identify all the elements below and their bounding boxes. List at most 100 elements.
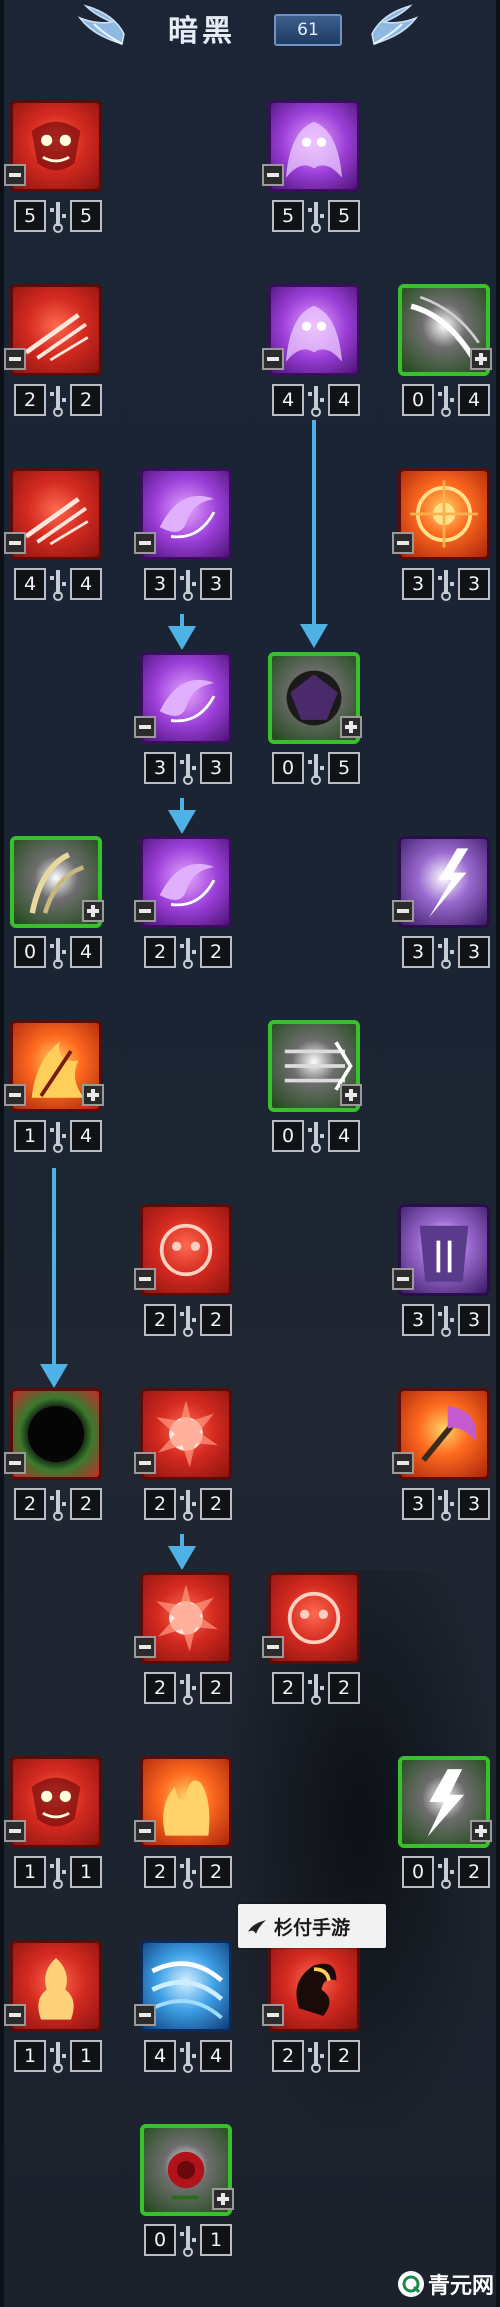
skill-max-points: 2 [328,1672,360,1704]
key-connector-icon [435,1304,457,1338]
skill-current-points: 2 [144,936,176,968]
skill-current-points: 1 [14,1120,46,1152]
skill-node-r3c1[interactable]: 44 [4,468,106,608]
skill-node-r11c3[interactable]: 22 [262,1940,364,2080]
minus-button[interactable] [134,2004,156,2026]
skill-node-r7c4[interactable]: 33 [392,1204,494,1344]
plus-button[interactable] [82,1084,104,1106]
skill-max-points: 2 [70,1488,102,1520]
skill-current-points: 3 [402,568,434,600]
skill-current-points: 3 [402,936,434,968]
skill-node-r9c3[interactable]: 22 [262,1572,364,1712]
arrow-r2c3-to-r4c3 [300,420,328,648]
skill-points-counter: 22 [14,1488,102,1522]
left-wing-icon [77,4,125,45]
skill-node-r10c1[interactable]: 11 [4,1756,106,1896]
skill-points-counter: 01 [144,2224,232,2258]
skill-node-r10c2[interactable]: 22 [134,1756,236,1896]
minus-button[interactable] [4,348,26,370]
minus-button[interactable] [4,1452,26,1474]
key-connector-icon [177,1672,199,1706]
skill-node-r2c4[interactable]: 04 [398,284,494,424]
skill-node-r4c2[interactable]: 33 [134,652,236,792]
minus-button[interactable] [134,532,156,554]
key-connector-icon [305,1120,327,1154]
skill-max-points: 5 [328,200,360,232]
skill-node-r12c2[interactable]: 01 [140,2124,236,2264]
minus-button[interactable] [262,2004,284,2026]
plus-button[interactable] [82,900,104,922]
skill-points-counter: 22 [144,1856,232,1890]
skill-node-r5c1[interactable]: 04 [10,836,106,976]
minus-button[interactable] [392,1268,414,1290]
key-connector-icon [47,936,69,970]
skill-current-points: 2 [144,1856,176,1888]
skill-node-r9c2[interactable]: 22 [134,1572,236,1712]
skill-points-counter: 33 [402,568,490,602]
skill-node-r3c2[interactable]: 33 [134,468,236,608]
key-connector-icon [47,568,69,602]
plus-button[interactable] [340,716,362,738]
minus-button[interactable] [134,1820,156,1842]
skill-node-r4c3[interactable]: 05 [268,652,364,792]
plus-button[interactable] [340,1084,362,1106]
skill-node-r10c4[interactable]: 02 [398,1756,494,1896]
skill-points-counter: 44 [272,384,360,418]
skill-node-r2c3[interactable]: 44 [262,284,364,424]
skill-max-points: 2 [458,1856,490,1888]
skill-current-points: 0 [272,752,304,784]
arrow-r3c2-to-r4c2 [168,614,196,650]
plus-button[interactable] [470,348,492,370]
skill-max-points: 2 [200,1488,232,1520]
minus-button[interactable] [392,532,414,554]
minus-button[interactable] [134,900,156,922]
skill-node-r11c1[interactable]: 11 [4,1940,106,2080]
minus-button[interactable] [4,2004,26,2026]
minus-button[interactable] [262,164,284,186]
skill-node-r8c2[interactable]: 22 [134,1388,236,1528]
minus-button[interactable] [262,1636,284,1658]
skill-points-counter: 22 [144,1304,232,1338]
skill-current-points: 4 [272,384,304,416]
skill-node-r6c3[interactable]: 04 [268,1020,364,1160]
minus-button[interactable] [392,900,414,922]
skill-max-points: 2 [200,1304,232,1336]
minus-button[interactable] [392,1452,414,1474]
skill-node-r1c3[interactable]: 55 [262,100,364,240]
skill-current-points: 0 [402,384,434,416]
skill-node-r2c1[interactable]: 22 [4,284,106,424]
minus-button[interactable] [134,1452,156,1474]
minus-button[interactable] [4,532,26,554]
skill-current-points: 1 [14,1856,46,1888]
minus-button[interactable] [4,1084,26,1106]
key-connector-icon [177,1488,199,1522]
minus-button[interactable] [262,348,284,370]
minus-button[interactable] [134,1268,156,1290]
skill-node-r5c4[interactable]: 33 [392,836,494,976]
key-connector-icon [305,2040,327,2074]
skill-node-r8c1[interactable]: 22 [4,1388,106,1528]
skill-points-counter: 04 [14,936,102,970]
skill-node-r3c4[interactable]: 33 [392,468,494,608]
skill-node-r11c2[interactable]: 44 [134,1940,236,2080]
plus-button[interactable] [470,1820,492,1842]
skill-node-r8c4[interactable]: 33 [392,1388,494,1528]
skill-node-r7c2[interactable]: 22 [134,1204,236,1344]
skill-node-r5c2[interactable]: 22 [134,836,236,976]
minus-button[interactable] [134,716,156,738]
minus-button[interactable] [134,1636,156,1658]
key-connector-icon [177,1856,199,1890]
arrow-r8c2-to-r9c2 [168,1534,196,1570]
minus-button[interactable] [4,164,26,186]
plus-button[interactable] [212,2188,234,2210]
skill-current-points: 2 [144,1304,176,1336]
skill-points-counter: 55 [14,200,102,234]
skill-points-counter: 22 [144,1488,232,1522]
skill-node-r1c1[interactable]: 55 [4,100,106,240]
key-connector-icon [177,2224,199,2258]
skill-points-counter: 14 [14,1120,102,1154]
watermark-label: 杉付手游 [238,1904,386,1948]
skill-node-r6c1[interactable]: 14 [4,1020,106,1160]
skill-current-points: 0 [402,1856,434,1888]
minus-button[interactable] [4,1820,26,1842]
